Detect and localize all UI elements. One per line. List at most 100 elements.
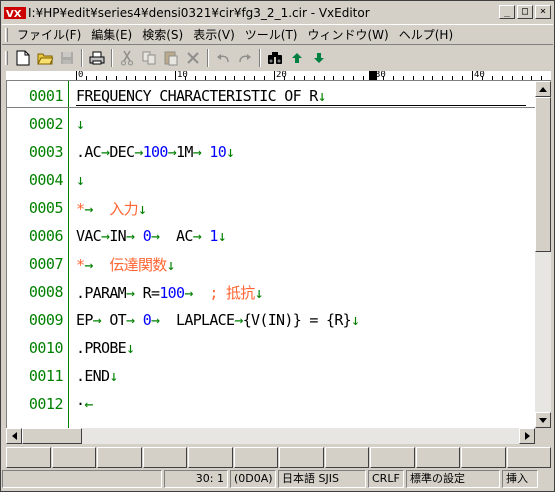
minimize-button[interactable]: _ bbox=[499, 5, 515, 19]
maximize-button[interactable]: □ bbox=[517, 5, 533, 19]
line-number: 0002 bbox=[28, 115, 64, 133]
new-file-icon bbox=[16, 50, 30, 65]
code-token: 1M bbox=[176, 143, 193, 161]
ruler-tick bbox=[76, 71, 77, 80]
text-editor[interactable]: 0001 FREQUENCY CHARACTERISTIC OF R↓ 0002 ↓ 0… bbox=[6, 81, 535, 428]
delete-button[interactable] bbox=[182, 48, 204, 68]
editor-line[interactable]: 0001 FREQUENCY CHARACTERISTIC OF R↓ bbox=[7, 82, 535, 110]
ruler-tick bbox=[105, 76, 107, 80]
line-text[interactable]: VAC→IN→ 0→ AC→ 1↓ bbox=[76, 227, 227, 245]
line-text[interactable]: ↓ bbox=[76, 171, 85, 189]
editor-line[interactable]: 0007 *→ 伝達関数↓ bbox=[7, 250, 535, 278]
code-token: ↓ bbox=[126, 339, 135, 357]
editor-line[interactable]: 0003 .AC→DEC→100→1M→ 10↓ bbox=[7, 138, 535, 166]
line-number: 0008 bbox=[28, 283, 64, 301]
horizontal-scrollbar[interactable] bbox=[6, 428, 535, 444]
open-file-button[interactable] bbox=[34, 48, 56, 68]
cut-button[interactable] bbox=[116, 48, 138, 68]
copy-button[interactable] bbox=[138, 48, 160, 68]
paste-button[interactable] bbox=[160, 48, 182, 68]
code-token: ↓ bbox=[137, 199, 147, 218]
code-token: 0 bbox=[142, 227, 152, 245]
find-prev-button[interactable] bbox=[286, 48, 308, 68]
function-key-button[interactable] bbox=[6, 447, 51, 468]
ruler-tick bbox=[452, 76, 454, 80]
ruler-tick bbox=[274, 71, 275, 80]
line-text[interactable]: .PARAM→ R=100→ ; 抵抗↓ bbox=[76, 282, 264, 303]
ruler-tick bbox=[491, 76, 493, 80]
code-token: → bbox=[151, 227, 177, 245]
ruler-tick bbox=[234, 76, 236, 80]
close-button[interactable]: × bbox=[535, 5, 551, 19]
function-key-button[interactable] bbox=[188, 447, 233, 468]
menu-view[interactable]: 表示(V) bbox=[188, 26, 240, 43]
function-key-button[interactable] bbox=[51, 447, 96, 468]
save-button[interactable] bbox=[56, 48, 78, 68]
scroll-down-button[interactable] bbox=[535, 412, 551, 428]
line-text[interactable]: ·← bbox=[76, 395, 93, 413]
status-line-ending[interactable]: CRLF bbox=[368, 470, 404, 488]
scroll-left-button[interactable] bbox=[6, 428, 22, 444]
cursor-line-underline bbox=[7, 107, 535, 108]
line-number: 0009 bbox=[28, 311, 64, 329]
ruler-tick bbox=[264, 76, 266, 80]
ruler-tick bbox=[244, 76, 246, 80]
line-text[interactable]: EP→ OT→ 0→ LAPLACE→{V(IN)} = {R}↓ bbox=[76, 311, 360, 329]
print-button[interactable] bbox=[86, 48, 108, 68]
find-next-button[interactable] bbox=[308, 48, 330, 68]
line-text[interactable]: .PROBE↓ bbox=[76, 339, 135, 357]
function-key-button[interactable] bbox=[415, 447, 460, 468]
editor-line[interactable]: 0010 .PROBE↓ bbox=[7, 334, 535, 362]
scroll-up-button[interactable] bbox=[535, 81, 551, 97]
function-key-button[interactable] bbox=[279, 447, 324, 468]
redo-button[interactable] bbox=[234, 48, 256, 68]
line-number: 0007 bbox=[28, 255, 64, 273]
horizontal-scroll-thumb[interactable] bbox=[22, 428, 82, 444]
function-key-button[interactable] bbox=[324, 447, 369, 468]
ruler-tick bbox=[541, 76, 543, 80]
status-input-mode[interactable]: 挿入 bbox=[502, 470, 538, 488]
menu-file[interactable]: ファイル(F) bbox=[12, 26, 86, 43]
status-encoding[interactable]: 日本語 SJIS bbox=[278, 470, 366, 488]
editor-line[interactable]: 0011 .END↓ bbox=[7, 362, 535, 390]
undo-button[interactable] bbox=[212, 48, 234, 68]
line-text[interactable]: ↓ bbox=[76, 115, 85, 133]
menu-help[interactable]: ヘルプ(H) bbox=[394, 26, 458, 43]
line-text[interactable]: FREQUENCY CHARACTERISTIC OF R↓ bbox=[76, 87, 526, 106]
scroll-right-button[interactable] bbox=[519, 428, 535, 444]
editor-line[interactable]: 0012 ·← bbox=[7, 390, 535, 418]
arrow-left-icon bbox=[11, 432, 17, 440]
toolbar-grip[interactable] bbox=[5, 50, 8, 65]
function-key-button[interactable] bbox=[370, 447, 415, 468]
line-text[interactable]: *→ 入力↓ bbox=[76, 198, 147, 219]
menu-tools[interactable]: ツール(T) bbox=[240, 26, 303, 43]
editor-line[interactable]: 0006 VAC→IN→ 0→ AC→ 1↓ bbox=[7, 222, 535, 250]
function-key-button[interactable] bbox=[142, 447, 187, 468]
line-text[interactable]: .AC→DEC→100→1M→ 10↓ bbox=[76, 143, 235, 161]
function-key-button[interactable] bbox=[461, 447, 506, 468]
vertical-scrollbar[interactable] bbox=[535, 81, 551, 428]
title-bar[interactable]: VX I:¥HP¥edit¥series4¥densi0321¥cir¥fg3_… bbox=[2, 2, 553, 24]
function-key-button[interactable] bbox=[506, 447, 551, 468]
editor-line[interactable]: 0005 *→ 入力↓ bbox=[7, 194, 535, 222]
status-settings[interactable]: 標準の設定 bbox=[406, 470, 500, 488]
function-key-button[interactable] bbox=[97, 447, 142, 468]
ruler-tick bbox=[323, 76, 325, 80]
menu-edit[interactable]: 編集(E) bbox=[86, 26, 137, 43]
editor-line[interactable]: 0009 EP→ OT→ 0→ LAPLACE→{V(IN)} = {R}↓ bbox=[7, 306, 535, 334]
new-file-button[interactable] bbox=[12, 48, 34, 68]
editor-line[interactable]: 0008 .PARAM→ R=100→ ; 抵抗↓ bbox=[7, 278, 535, 306]
code-token: AC bbox=[176, 227, 193, 245]
toolbar-separator bbox=[207, 48, 209, 67]
line-text[interactable]: *→ 伝達関数↓ bbox=[76, 254, 176, 275]
line-text[interactable]: .END↓ bbox=[76, 367, 118, 385]
menu-grip[interactable] bbox=[5, 27, 8, 42]
column-ruler: 0 10 20 30 40 bbox=[6, 71, 551, 81]
function-key-button[interactable] bbox=[233, 447, 278, 468]
menu-search[interactable]: 検索(S) bbox=[137, 26, 188, 43]
find-button[interactable] bbox=[264, 48, 286, 68]
vertical-scroll-thumb[interactable] bbox=[535, 97, 551, 252]
editor-line[interactable]: 0004 ↓ bbox=[7, 166, 535, 194]
editor-line[interactable]: 0002 ↓ bbox=[7, 110, 535, 138]
menu-window[interactable]: ウィンドウ(W) bbox=[303, 26, 394, 43]
